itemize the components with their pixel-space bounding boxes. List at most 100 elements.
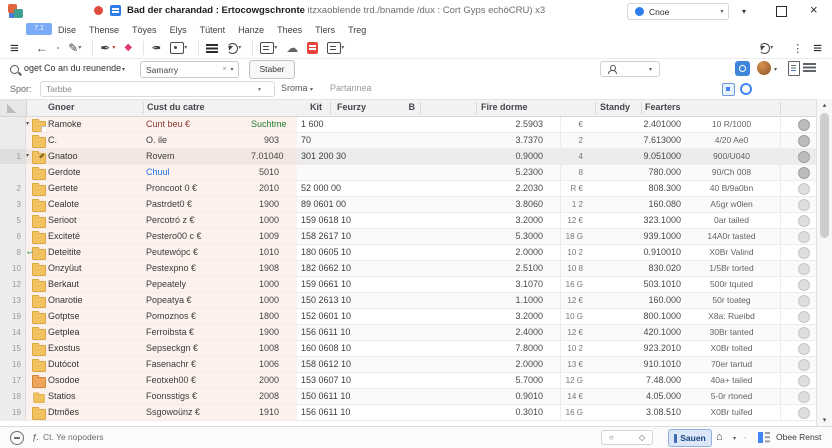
table-row[interactable]: 5 Serioot Percotró z €1000 159 0618 10 3.200…	[0, 213, 816, 229]
rotate-icon[interactable]: ▾	[227, 42, 241, 54]
table-row[interactable]: C. O. ile 903 70 3.7370 2 7.613000 4/20 Ae0	[0, 133, 816, 149]
maximize-button[interactable]	[776, 6, 787, 17]
menu-item[interactable]: Töyes	[132, 25, 157, 35]
col-header-fearters[interactable]: Fearters	[645, 102, 681, 112]
alert-file-icon[interactable]	[307, 42, 319, 54]
diamond-nav-icon[interactable]: ◇	[639, 433, 645, 442]
list-icon[interactable]	[206, 43, 219, 53]
kebab-menu-icon[interactable]: ⋮	[792, 42, 803, 55]
hamburger-menu-icon-right[interactable]: ≡	[813, 41, 822, 56]
col-header-name[interactable]: Gnoer	[48, 102, 75, 112]
row-status-toggle[interactable]	[798, 294, 810, 307]
circle-nav-icon[interactable]: ○	[609, 433, 614, 442]
menu-item[interactable]: Tlers	[315, 25, 335, 35]
image-frame-icon[interactable]: ▾	[170, 42, 187, 54]
cloud-icon[interactable]: ☁	[286, 42, 298, 54]
row-status-toggle[interactable]	[798, 134, 810, 147]
layout-toggle-icon[interactable]	[722, 83, 735, 96]
menu-item[interactable]: Dise	[58, 25, 76, 35]
document-panel-icon[interactable]	[788, 61, 800, 76]
ink-pen-icon[interactable]: ✒	[151, 41, 161, 55]
chevron-down-icon[interactable]: ▾	[774, 66, 777, 73]
table-row[interactable]: 10 Onzyüut Pestexpno €1908 182 0662 10 2.510…	[0, 261, 816, 277]
scrollbar-thumb[interactable]	[820, 113, 829, 238]
filter-dropdown[interactable]: Sroma ▾	[281, 83, 313, 93]
table-row[interactable]: 15 Exostus Sepseckgn €1008 160 0608 10 7.800…	[0, 341, 816, 357]
table-row[interactable]: 13 Onarotie Popeatya €1000 150 2613 10 1.100…	[0, 293, 816, 309]
grid-view-icon[interactable]	[758, 432, 770, 443]
table-frame-icon[interactable]: ▾	[327, 42, 344, 54]
search-button[interactable]: Staber	[249, 60, 295, 79]
col-header-fire[interactable]: Fire dorme	[481, 102, 528, 112]
row-status-toggle[interactable]	[798, 310, 810, 323]
chevron-down-icon[interactable]: ▾	[122, 66, 125, 73]
row-status-toggle[interactable]	[798, 150, 810, 163]
table-row[interactable]: 8 DeteititePeutewópc €1010 180 0605 10 2.00…	[0, 245, 816, 261]
scroll-up-icon[interactable]: ▴	[817, 101, 832, 109]
row-status-toggle[interactable]	[798, 374, 810, 387]
col-header-desc[interactable]: Cust du catre	[147, 102, 205, 112]
filter-input[interactable]: Tarbbe	[40, 81, 275, 97]
avatar[interactable]	[757, 61, 771, 75]
page-nav-pill[interactable]: ○ ◇	[601, 430, 653, 445]
row-status-toggle[interactable]	[798, 262, 810, 275]
table-row[interactable]: 19 Gotptse Pomoznos €1800 152 0601 10 3.2000…	[0, 309, 816, 325]
profile-chip[interactable]: Cnoe ▾	[627, 3, 729, 20]
col-header-kit[interactable]: Kit	[290, 102, 322, 112]
row-status-toggle[interactable]	[798, 390, 810, 403]
signature-icon[interactable]: ✒ ▾	[100, 42, 115, 54]
table-row[interactable]: 2 Gertete Proncoot 0 €2010 52 000 00 2.2030 R…	[0, 181, 816, 197]
menu-item[interactable]: Thees	[277, 25, 302, 35]
back-icon[interactable]: ←	[36, 42, 48, 54]
list-panel-icon[interactable]	[803, 63, 816, 73]
expander-icon[interactable]: ▾	[26, 117, 29, 132]
row-status-toggle[interactable]	[798, 166, 810, 179]
search-combo[interactable]: Samarry × ▾	[140, 61, 239, 78]
person-filter-pill[interactable]: ▾	[600, 61, 660, 77]
menu-item[interactable]: Treg	[348, 25, 366, 35]
hamburger-menu-icon[interactable]: ≡	[10, 41, 19, 56]
menu-item[interactable]: Tütent	[200, 25, 226, 35]
table-row[interactable]: 17 Osodoe Feotxeh00 €2000 153 0607 10 5.7000…	[0, 373, 816, 389]
menu-item[interactable]: Thense	[89, 25, 119, 35]
status-ring-icon[interactable]	[740, 83, 752, 95]
row-status-toggle[interactable]	[798, 358, 810, 371]
row-status-toggle[interactable]	[798, 326, 810, 339]
version-tab-badge[interactable]: 7.1	[26, 23, 52, 35]
row-status-toggle[interactable]	[798, 230, 810, 243]
row-status-toggle[interactable]	[798, 198, 810, 211]
row-status-toggle[interactable]	[798, 246, 810, 259]
table-row[interactable]: 19 Dtmões Ssgowoünz €1910 156 0611 10 0.3010…	[0, 405, 816, 421]
row-status-toggle[interactable]	[798, 118, 810, 131]
expander-icon[interactable]: ▾	[26, 149, 29, 164]
row-status-toggle[interactable]	[798, 342, 810, 355]
table-row[interactable]: 12 Berkaut Pepeately 1000 159 0661 10 3.1070 1…	[0, 277, 816, 293]
menu-item[interactable]: Hanze	[238, 25, 264, 35]
clear-icon[interactable]: ×	[222, 66, 226, 73]
table-row[interactable]: 14 Getplea Ferroibsta €1900 156 0611 10 2.40…	[0, 325, 816, 341]
window-menu-button[interactable]: ▾	[742, 7, 746, 16]
table-row[interactable]: 6 Exciteté Pestero00 c €1009 158 2617 10 5.3…	[0, 229, 816, 245]
close-button[interactable]: ×	[810, 2, 818, 17]
table-row[interactable]: 16 Dutócot Fasenachr €1006 158 0612 10 2.000…	[0, 357, 816, 373]
col-header-standy[interactable]: Standy	[600, 102, 630, 112]
table-row[interactable]: 18 Statios Foonsstigs €2008 150 0611 10 0.90…	[0, 389, 816, 405]
scroll-down-icon[interactable]: ▾	[817, 416, 832, 424]
chevron-down-icon[interactable]: ▾	[258, 86, 261, 93]
edit-pen-icon[interactable]: ✎ ▾	[68, 42, 81, 54]
col-header-feurzy[interactable]: Feurzy	[337, 102, 366, 112]
row-status-toggle[interactable]	[798, 214, 810, 227]
home-icon[interactable]: ⌂	[716, 431, 723, 443]
view-mode-label[interactable]: Obee Renst	[776, 432, 821, 442]
select-all-corner[interactable]	[0, 100, 27, 116]
diamond-icon[interactable]: ◆	[124, 43, 132, 53]
row-status-toggle[interactable]	[798, 406, 810, 419]
save-button[interactable]: Sauen	[668, 429, 712, 447]
row-status-toggle[interactable]	[798, 182, 810, 195]
menu-item[interactable]: Elys	[170, 25, 187, 35]
app-blue-icon[interactable]	[735, 61, 750, 76]
table-row[interactable]: ▾ Ramoke Cunt beu € Suchtme 1 600 2.5903 €2.40…	[0, 117, 816, 133]
table-row[interactable]: 1 ▾ Gnatoo Rovem 7.01040 301 200 30 0.9000 4 9.0…	[0, 149, 816, 165]
row-status-toggle[interactable]	[798, 278, 810, 291]
export-frame-icon[interactable]: ▾	[260, 42, 277, 54]
